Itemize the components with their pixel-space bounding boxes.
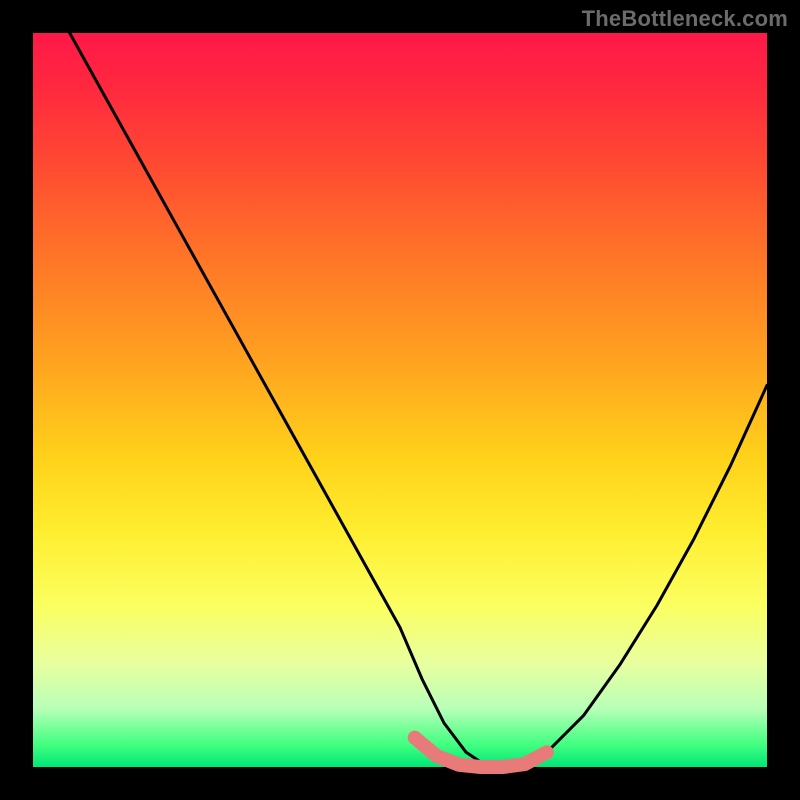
valley-highlight (415, 738, 547, 767)
curve-layer (33, 33, 767, 767)
chart-frame: TheBottleneck.com (0, 0, 800, 800)
plot-area (33, 33, 767, 767)
bottleneck-curve (70, 33, 767, 767)
watermark-text: TheBottleneck.com (582, 6, 788, 32)
